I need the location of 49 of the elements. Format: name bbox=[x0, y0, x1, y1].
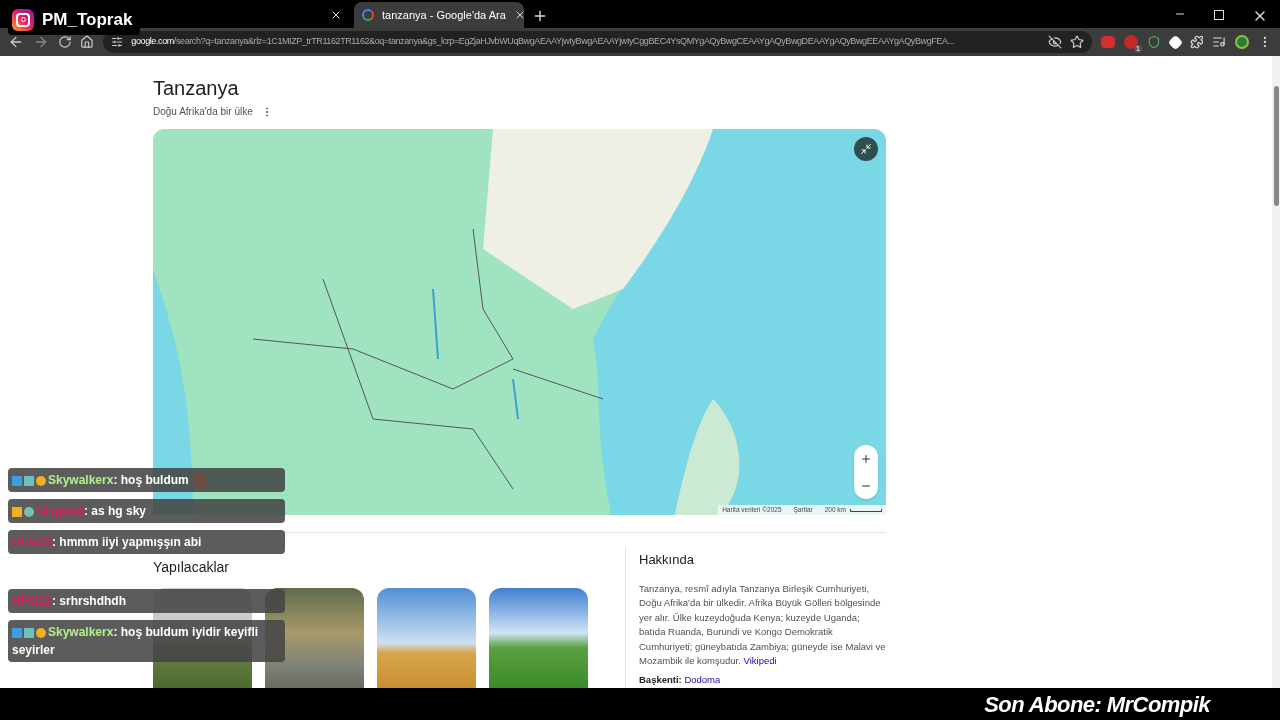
back-icon[interactable] bbox=[8, 34, 24, 50]
source-link[interactable]: Vikipedi bbox=[743, 655, 777, 667]
google-icon bbox=[362, 9, 374, 21]
site-settings-icon[interactable] bbox=[111, 36, 124, 48]
collapse-icon bbox=[860, 143, 872, 155]
browser-tab[interactable]: tanzanya - Google'da Ara bbox=[354, 2, 524, 28]
section-heading: Yapılacaklar bbox=[153, 558, 229, 577]
eye-slash-icon[interactable] bbox=[1048, 35, 1063, 49]
home-icon[interactable] bbox=[80, 35, 95, 49]
collapse-map-button[interactable] bbox=[854, 137, 878, 161]
about-text: Tanzanya, resmî adıyla Tanzanya Birleşik Cumhuriyeti, Doğu Afrika'da bir ülkedir. Afrika Büyük Gölleri bölgesinde yer alır. Ülke kuzeydoğuda Kenya; kuzeyde Uganda; batıda Ruanda, Burundi ve Kongo Demokratik Cumhuriyeti; güneybatıda Zambiya; güneyde ise Malavi ve Mozambik ile komşudur. Vikipedi bbox=[639, 581, 886, 669]
avatar-icon bbox=[192, 473, 207, 488]
section-heading: Hakkında bbox=[639, 551, 694, 569]
chat-badge-icon bbox=[24, 475, 34, 486]
chat-message-toast: Alsgood: as hg sky bbox=[8, 499, 285, 523]
chat-badge-icon bbox=[12, 627, 22, 638]
chat-badge-icon bbox=[36, 475, 46, 486]
result-subtitle: Doğu Afrika'da bir ülke bbox=[153, 105, 253, 119]
chat-badge-icon bbox=[12, 506, 22, 517]
channel-name: PM_Toprak bbox=[42, 9, 134, 31]
new-tab-icon[interactable] bbox=[532, 8, 548, 24]
chat-badge-icon bbox=[12, 475, 22, 486]
result-title: Tanzanya bbox=[153, 76, 239, 100]
address-bar[interactable]: google.com/search?q=tanzanya&rlz=1C1MIZP_trTR1162TR1162&oq=tanzanya&gs_lcrp=EgZjaHJvbWUqBwgAEAAYjwIyBwgAEAAYjwIyCggBEC4YsQMYgAQyBwgCEAAYgAQyBwgDEAAYgAQyBwgEEAAYgAQyBwgFEA... bbox=[103, 31, 1093, 53]
tab-title: tanzanya - Google'da Ara bbox=[382, 7, 506, 23]
url-text: google.com/search?q=tanzanya&rlz=1C1MIZP_trTR1162TR1162&oq=tanzanya&gs_lcrp=EgZjaHJvbWUqBwgAEAAYjwIyBwgAEAAYjwIyCggBEC4YsQMYgAQyBwgCEAAYgAQyBwgDEAAYgAQyBwgEEAAYgAQyBwgFEA... bbox=[131, 35, 955, 49]
last-subscriber-text: Son Abone: MrCompik bbox=[984, 690, 1210, 719]
fact-link[interactable]: Dodoma bbox=[684, 674, 721, 686]
camera-icon bbox=[12, 8, 34, 31]
chat-message-toast: HFbi22: srhrshdhdh bbox=[8, 589, 285, 613]
photo-placeholder[interactable] bbox=[489, 588, 588, 688]
close-icon[interactable] bbox=[330, 9, 342, 21]
zoom-in-icon[interactable] bbox=[860, 452, 872, 465]
chat-badge-icon bbox=[36, 627, 46, 638]
restore-icon[interactable] bbox=[1214, 10, 1224, 20]
scrollbar[interactable] bbox=[1272, 56, 1280, 688]
chat-message-toast: Skywalkerx: hoş buldum bbox=[8, 468, 285, 492]
shield-icon[interactable] bbox=[1146, 35, 1161, 49]
chat-message-toast: HFbi22: hmmm iiyi yapmışşın abi bbox=[8, 530, 285, 554]
media-icon[interactable] bbox=[1212, 35, 1227, 49]
chat-badge-icon bbox=[24, 627, 34, 638]
fact-row-text: Başkenti: Dodoma bbox=[639, 673, 722, 688]
reload-icon[interactable] bbox=[57, 35, 72, 49]
profile-icon[interactable] bbox=[1235, 35, 1250, 49]
scale-bar bbox=[850, 508, 882, 512]
chat-badge-icon bbox=[24, 506, 34, 517]
puzzle-icon[interactable] bbox=[1189, 35, 1204, 49]
bookmark-star-icon[interactable] bbox=[1070, 35, 1085, 49]
chat-message-toast: Skywalkerx: hoş buldum iyidir keyifli seyirler bbox=[8, 620, 285, 662]
